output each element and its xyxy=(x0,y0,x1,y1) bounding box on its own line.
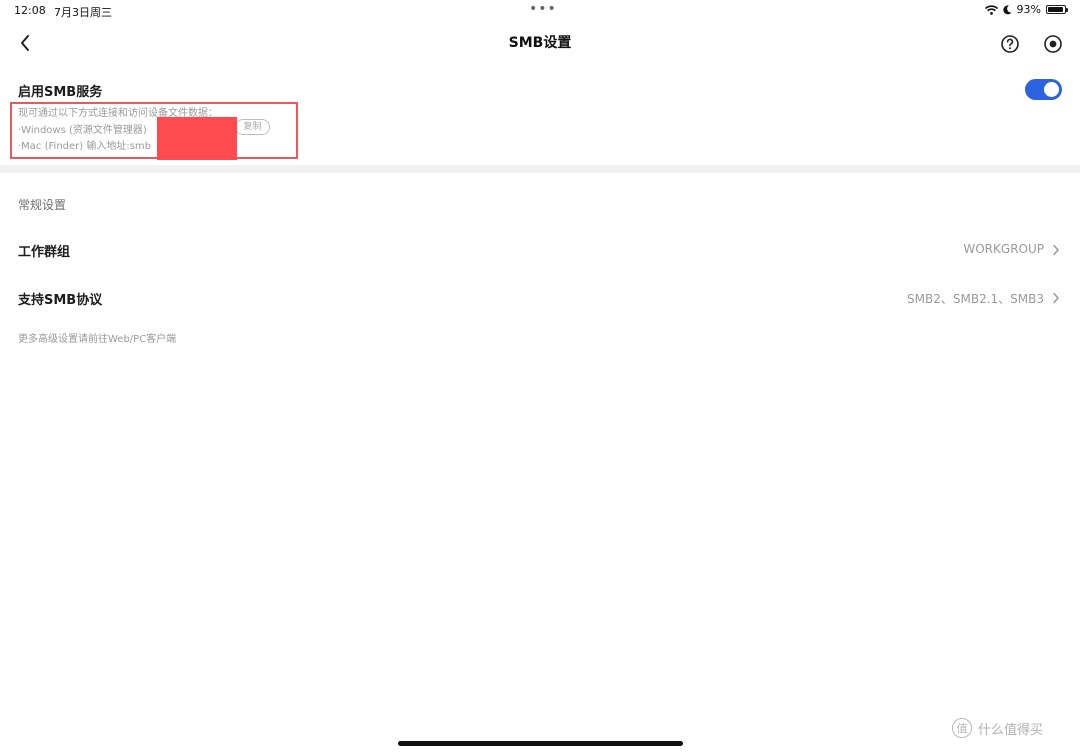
redaction-overlay xyxy=(157,117,237,160)
battery-icon xyxy=(1046,5,1068,14)
workgroup-row[interactable]: 工作群组 WORKGROUP xyxy=(0,232,1080,268)
chevron-right-icon xyxy=(1053,244,1059,256)
smb-enable-label: 启用SMB服务 xyxy=(18,85,103,100)
battery-percent: 93% xyxy=(1016,3,1041,16)
general-settings-header: 常规设置 xyxy=(18,198,67,212)
advanced-settings-note: 更多高级设置请前往Web/PC客户端 xyxy=(18,334,177,345)
workgroup-value: WORKGROUP xyxy=(963,242,1044,256)
chevron-right-icon xyxy=(1053,292,1059,304)
wifi-icon xyxy=(984,4,998,15)
home-indicator[interactable] xyxy=(398,741,683,746)
copy-address-button[interactable]: 复制 xyxy=(235,119,270,135)
status-date: 7月3日周三 xyxy=(54,6,112,19)
back-chevron-icon[interactable] xyxy=(16,32,36,54)
section-divider xyxy=(0,165,1080,173)
smb-mac-instruction: ·Mac (Finder) 输入地址:smb xyxy=(18,141,152,152)
smb-windows-instruction: ·Windows (资源文件管理器) xyxy=(18,125,147,136)
watermark-badge: 值 xyxy=(952,718,972,738)
multitasking-dots-icon[interactable]: ••• xyxy=(529,1,557,17)
status-time: 12:08 xyxy=(14,4,46,17)
smb-protocol-value: SMB2、SMB2.1、SMB3 xyxy=(907,292,1044,306)
page-title: SMB设置 xyxy=(508,35,572,51)
watermark-text: 什么值得买 xyxy=(978,722,1044,738)
smb-protocol-label: 支持SMB协议 xyxy=(18,293,103,308)
help-icon[interactable] xyxy=(1000,34,1020,54)
workgroup-label: 工作群组 xyxy=(18,245,71,260)
toggle-knob xyxy=(1044,82,1059,97)
moon-icon xyxy=(1002,4,1012,14)
watermark: 值 什么值得买 xyxy=(952,718,1043,738)
record-icon[interactable] xyxy=(1043,34,1063,54)
smb-enable-toggle[interactable] xyxy=(1025,79,1062,100)
smb-protocol-row[interactable]: 支持SMB协议 SMB2、SMB2.1、SMB3 xyxy=(0,280,1080,316)
status-indicators: 93% xyxy=(984,3,1068,16)
